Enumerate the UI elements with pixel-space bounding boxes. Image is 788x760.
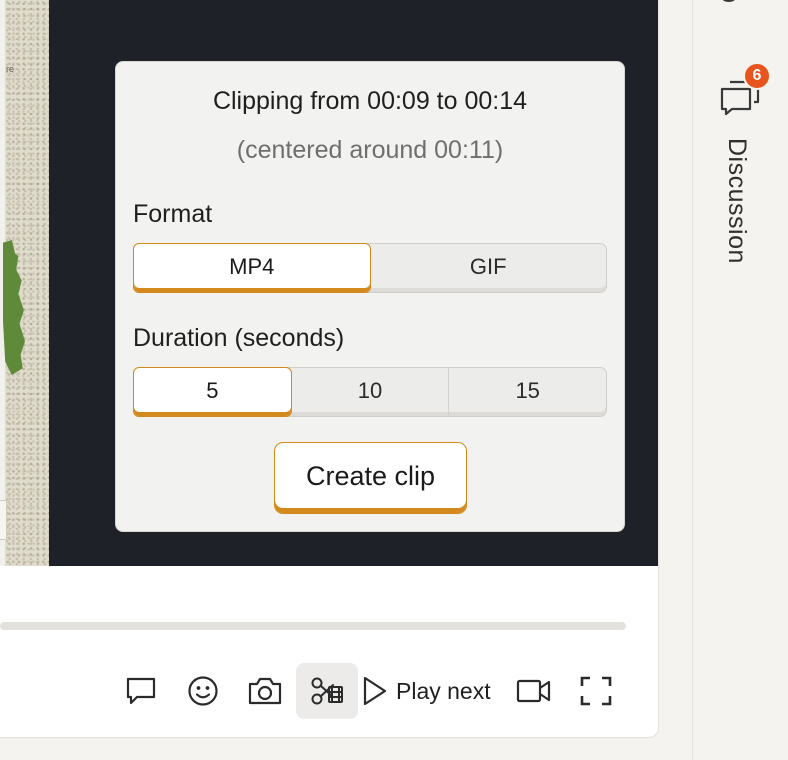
clip-center-subtitle: (centered around 00:11) xyxy=(236,136,504,164)
player-controls: Play next xyxy=(110,662,627,720)
sidebar-tab-clip[interactable]: lip xyxy=(715,0,755,26)
duration-option-5[interactable]: 5 xyxy=(133,367,292,417)
progress-bar[interactable] xyxy=(0,622,626,630)
comment-icon xyxy=(126,677,156,705)
create-clip-button[interactable]: Create clip xyxy=(274,442,467,514)
fullscreen-icon xyxy=(580,676,611,706)
discussion-badge: 6 xyxy=(743,62,771,90)
map-forest-area xyxy=(3,240,25,375)
map-background: re xyxy=(0,0,49,566)
clip-range-title: Clipping from 00:09 to 00:14 xyxy=(212,87,528,115)
snapshot-button[interactable] xyxy=(234,663,296,719)
map-label: re xyxy=(6,64,15,74)
emoji-button[interactable] xyxy=(172,663,234,719)
map-inset-box xyxy=(0,500,7,540)
play-next-button[interactable]: Play next xyxy=(358,663,503,719)
discussion-label: Discussion xyxy=(723,138,751,264)
duration-option-15[interactable]: 15 xyxy=(449,368,606,416)
duration-option-10[interactable]: 10 xyxy=(292,368,450,416)
sidebar-tab-clip-label: lip xyxy=(715,0,744,3)
play-icon xyxy=(363,676,387,706)
format-option-mp4[interactable]: MP4 xyxy=(133,243,371,293)
duration-label: Duration (seconds) xyxy=(133,324,345,352)
fullscreen-button[interactable] xyxy=(565,663,627,719)
video-mode-button[interactable] xyxy=(503,663,565,719)
duration-selector: 5 10 15 xyxy=(133,367,607,417)
format-option-gif[interactable]: GIF xyxy=(371,244,607,292)
player-card: re Clipping from 00:09 to 00:14 (centere… xyxy=(0,0,659,738)
sidebar-tab-discussion[interactable]: 6 Discussion xyxy=(708,60,778,290)
clip-scissors-icon xyxy=(311,677,343,705)
video-frame[interactable]: re Clipping from 00:09 to 00:14 (centere… xyxy=(0,0,658,566)
video-camera-icon xyxy=(516,679,550,703)
clip-popover: Clipping from 00:09 to 00:14 (centered a… xyxy=(115,61,625,532)
format-selector: MP4 GIF xyxy=(133,243,607,293)
emoji-icon xyxy=(188,676,218,706)
format-label: Format xyxy=(133,200,213,228)
play-next-label: Play next xyxy=(396,677,491,704)
clip-button[interactable] xyxy=(296,663,358,719)
camera-icon xyxy=(248,677,282,705)
right-sidebar: lip 6 Discussion xyxy=(692,0,788,760)
comment-button[interactable] xyxy=(110,663,172,719)
